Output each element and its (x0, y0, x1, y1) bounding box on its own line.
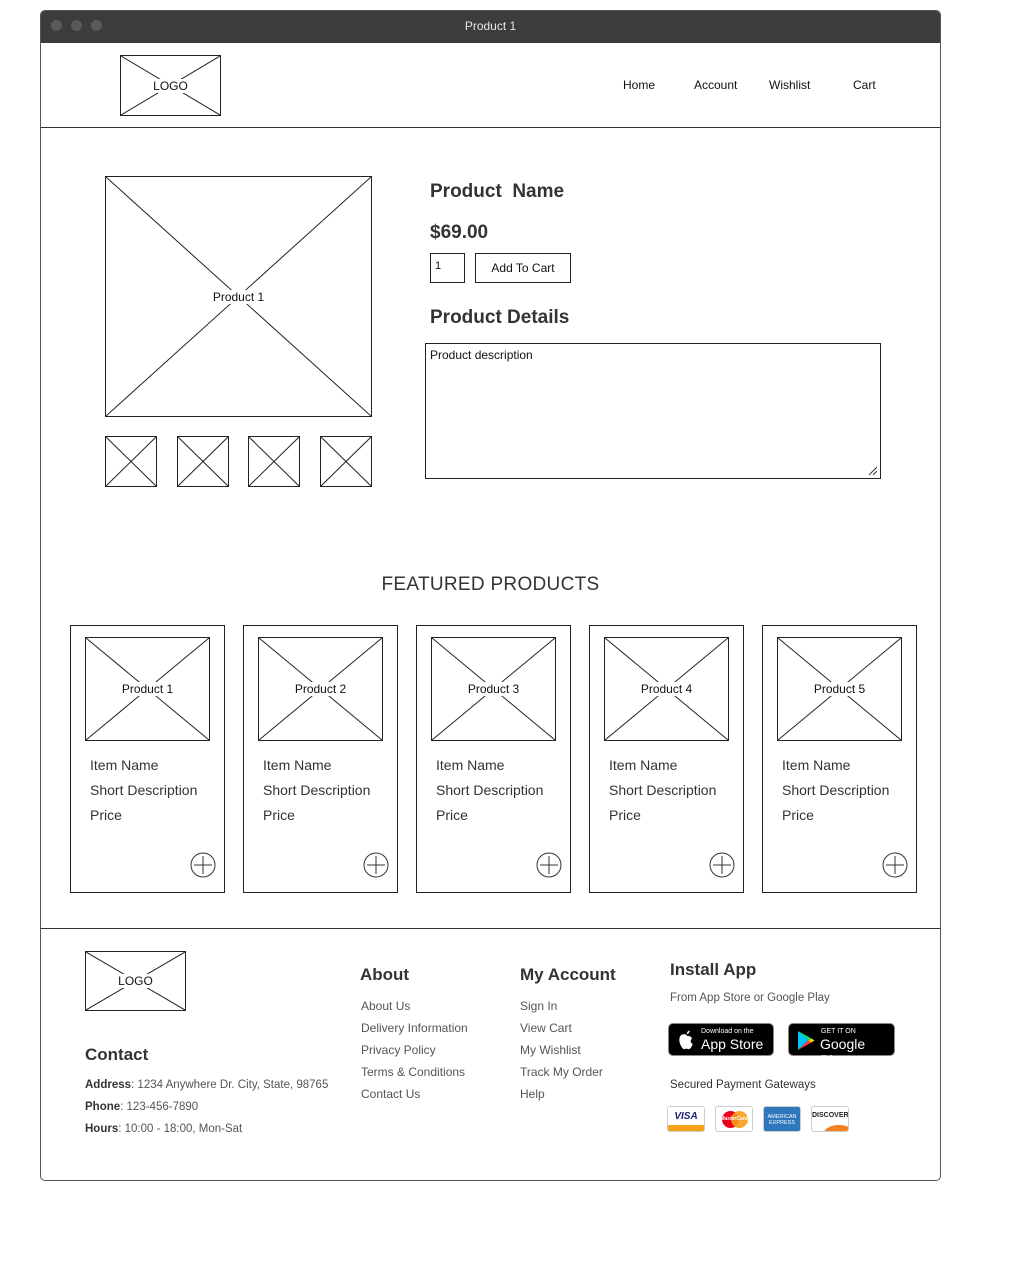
item-name: Item Name (609, 757, 678, 773)
add-plus-icon[interactable] (190, 852, 216, 878)
product-name: Product Name (430, 181, 565, 202)
footer-link-my-wishlist[interactable]: My Wishlist (520, 1043, 581, 1057)
footer-link-view-cart[interactable]: View Cart (520, 1021, 572, 1035)
item-name: Item Name (436, 757, 505, 773)
install-app-subtitle: From App Store or Google Play (670, 992, 830, 1004)
item-short-description: Short Description (436, 782, 544, 798)
amex-card-icon: AMERICAN EXPRESS (763, 1106, 801, 1132)
header-divider (41, 127, 940, 128)
footer-logo-label: LOGO (116, 974, 155, 988)
header-logo-label: LOGO (151, 78, 190, 93)
title-bar: Product 1 (41, 11, 940, 43)
nav-home[interactable]: Home (623, 78, 655, 92)
item-short-description: Short Description (609, 782, 717, 798)
item-short-description: Short Description (90, 782, 198, 798)
item-price: Price (609, 807, 641, 823)
product-thumbnail[interactable] (248, 436, 300, 487)
contact-heading: Contact (85, 1045, 149, 1064)
product-price: $69.00 (430, 222, 489, 243)
footer-link-sign-in[interactable]: Sign In (520, 999, 557, 1013)
item-short-description: Short Description (263, 782, 371, 798)
add-to-cart-button[interactable]: Add To Cart (475, 253, 571, 283)
item-short-description: Short Description (782, 782, 890, 798)
quantity-input[interactable]: 1 (430, 253, 465, 283)
mastercard-icon: MasterCard (715, 1106, 753, 1132)
footer-link-contact-us[interactable]: Contact Us (361, 1087, 420, 1101)
featured-product-image[interactable]: Product 3 (431, 637, 556, 741)
visa-card-icon: VISA (667, 1106, 705, 1132)
product-description-text: Product description (430, 348, 533, 362)
product-main-image-label: Product 1 (210, 289, 267, 304)
footer-divider (41, 928, 940, 929)
featured-product-image[interactable]: Product 2 (258, 637, 383, 741)
featured-product-card[interactable]: Product 2 Item Name Short Description Pr… (243, 625, 398, 893)
item-price: Price (436, 807, 468, 823)
product-thumbnail[interactable] (177, 436, 229, 487)
footer-logo[interactable]: LOGO (85, 951, 186, 1011)
featured-product-image-label: Product 5 (811, 682, 868, 696)
google-play-button[interactable]: GET IT ON Google Play (788, 1023, 895, 1068)
app-store-button[interactable]: Download on the App Store (668, 1023, 774, 1056)
google-play-icon (798, 1031, 815, 1050)
item-price: Price (90, 807, 122, 823)
contact-hours: Hours: 10:00 - 18:00, Mon-Sat (85, 1123, 243, 1135)
footer-link-delivery-information[interactable]: Delivery Information (361, 1021, 468, 1035)
featured-product-image-label: Product 3 (465, 682, 522, 696)
nav-wishlist[interactable]: Wishlist (769, 78, 810, 92)
featured-product-card[interactable]: Product 5 Item Name Short Description Pr… (762, 625, 917, 893)
my-account-heading: My Account (520, 965, 616, 984)
install-app-heading: Install App (670, 960, 757, 979)
google-play-big-text: Google Play (820, 1036, 866, 1068)
item-name: Item Name (782, 757, 851, 773)
featured-product-card[interactable]: Product 3 Item Name Short Description Pr… (416, 625, 571, 893)
item-price: Price (782, 807, 814, 823)
product-description-textarea[interactable]: Product description (425, 343, 881, 479)
add-plus-icon[interactable] (882, 852, 908, 878)
footer-link-track-my-order[interactable]: Track My Order (520, 1065, 603, 1079)
add-plus-icon[interactable] (709, 852, 735, 878)
google-play-small-text: GET IT ON (821, 1028, 856, 1035)
add-plus-icon[interactable] (363, 852, 389, 878)
featured-product-image[interactable]: Product 1 (85, 637, 210, 741)
contact-address: Address: 1234 Anywhere Dr. City, State, … (85, 1079, 329, 1091)
resize-grip-icon[interactable] (867, 465, 877, 475)
window-title: Product 1 (464, 19, 517, 33)
featured-products-heading: FEATURED PRODUCTS (381, 574, 600, 595)
featured-product-card[interactable]: Product 4 Item Name Short Description Pr… (589, 625, 744, 893)
payment-gateways-heading: Secured Payment Gateways (670, 1079, 816, 1091)
contact-phone: Phone: 123-456-7890 (85, 1101, 199, 1113)
browser-window: Product 1 LOGO Home Account Wishlist Car… (40, 10, 941, 1181)
featured-product-image-label: Product 4 (638, 682, 695, 696)
footer-link-help[interactable]: Help (520, 1087, 545, 1101)
footer-link-terms-conditions[interactable]: Terms & Conditions (361, 1065, 465, 1079)
footer-link-privacy-policy[interactable]: Privacy Policy (361, 1043, 436, 1057)
product-thumbnail[interactable] (105, 436, 157, 487)
featured-product-image[interactable]: Product 5 (777, 637, 902, 741)
header-logo[interactable]: LOGO (120, 55, 221, 116)
add-plus-icon[interactable] (536, 852, 562, 878)
app-store-small-text: Download on the (701, 1028, 754, 1035)
footer-link-about-us[interactable]: About Us (361, 999, 410, 1013)
featured-product-card[interactable]: Product 1 Item Name Short Description Pr… (70, 625, 225, 893)
product-thumbnail[interactable] (320, 436, 372, 487)
app-store-big-text: App Store (701, 1036, 764, 1052)
featured-product-image[interactable]: Product 4 (604, 637, 729, 741)
nav-account[interactable]: Account (694, 78, 737, 92)
product-details-heading: Product Details (430, 307, 570, 328)
item-name: Item Name (90, 757, 159, 773)
featured-product-image-label: Product 2 (292, 682, 349, 696)
featured-product-image-label: Product 1 (119, 682, 176, 696)
discover-card-icon: DISCOVER (811, 1106, 849, 1132)
item-name: Item Name (263, 757, 332, 773)
about-heading: About (360, 965, 410, 984)
product-main-image[interactable]: Product 1 (105, 176, 372, 417)
item-price: Price (263, 807, 295, 823)
nav-cart[interactable]: Cart (853, 78, 876, 92)
apple-icon (679, 1030, 693, 1050)
